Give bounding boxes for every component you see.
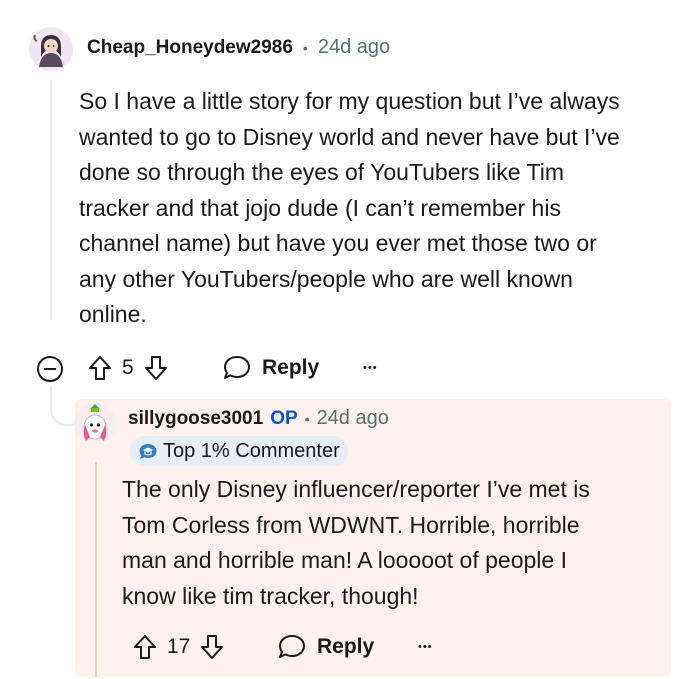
reply-body-line: man and horrible man! A looooot of peopl… xyxy=(122,547,567,573)
comment-body-line: So I have a little story for my question… xyxy=(79,88,620,114)
more-options-icon[interactable]: ••• xyxy=(363,362,378,374)
user-avatar-icon xyxy=(74,403,116,445)
reply-vote-bar: 17 xyxy=(133,633,224,661)
reply-header: sillygoose3001 OP • 24d ago xyxy=(128,407,389,430)
comment-body-line: tracker and that jojo dude (I can’t reme… xyxy=(79,194,561,221)
op-badge: OP xyxy=(270,407,298,429)
collapse-icon[interactable] xyxy=(36,355,64,383)
more-options-icon[interactable]: ••• xyxy=(418,641,433,653)
vote-count: 5 xyxy=(122,356,134,379)
comment-body-line: channel name) but have you ever met thos… xyxy=(79,230,597,256)
upvote-icon[interactable] xyxy=(133,633,157,661)
reply-label: Reply xyxy=(317,635,375,658)
reply-timestamp: 24d ago xyxy=(316,407,389,429)
user-avatar-icon xyxy=(29,27,73,71)
thread-line xyxy=(95,462,97,677)
badge-label: Top 1% Commenter xyxy=(163,439,340,462)
reply-body-line: Tom Corless from WDWNT. Horrible, horrib… xyxy=(122,511,580,538)
avatar[interactable] xyxy=(29,27,73,71)
reply-label: Reply xyxy=(262,356,320,379)
vote-count: 17 xyxy=(167,635,191,658)
comment-body-line: done so through the eyes of YouTubers li… xyxy=(79,159,565,185)
top-commenter-badge: Top 1% Commenter xyxy=(130,436,348,466)
comment-body-line: any other YouTubers/people who are well … xyxy=(79,265,573,292)
downvote-icon[interactable] xyxy=(144,354,168,382)
commenter-badge-icon xyxy=(138,442,158,460)
comment-username[interactable]: Cheap_Honeydew2986 xyxy=(87,37,293,59)
comment-body-line: online. xyxy=(79,301,147,327)
comment-header: Cheap_Honeydew2986 • 24d ago xyxy=(87,36,390,59)
upvote-icon[interactable] xyxy=(88,354,112,382)
comment-timestamp: 24d ago xyxy=(317,36,391,58)
comment-body-line: wanted to go to Disney world and never h… xyxy=(79,123,620,150)
reply-body-line: The only Disney influencer/reporter I’ve… xyxy=(122,476,590,502)
speech-bubble-icon xyxy=(277,633,307,661)
downvote-icon[interactable] xyxy=(200,633,224,661)
reply-body-line: know like tim tracker, though! xyxy=(122,582,419,609)
thread-line xyxy=(50,80,52,320)
speech-bubble-icon xyxy=(222,354,252,382)
reply-body: The only Disney influencer/reporter I’ve… xyxy=(122,472,662,614)
avatar[interactable] xyxy=(74,403,116,445)
comment-body: So I have a little story for my question… xyxy=(79,84,689,333)
reply-username[interactable]: sillygoose3001 xyxy=(128,408,263,430)
separator-dot: • xyxy=(304,410,310,427)
reply-reply-button[interactable]: Reply xyxy=(277,633,374,661)
separator-dot: • xyxy=(302,39,308,56)
reply-button[interactable]: Reply xyxy=(222,354,319,382)
vote-bar: 5 xyxy=(88,354,168,382)
